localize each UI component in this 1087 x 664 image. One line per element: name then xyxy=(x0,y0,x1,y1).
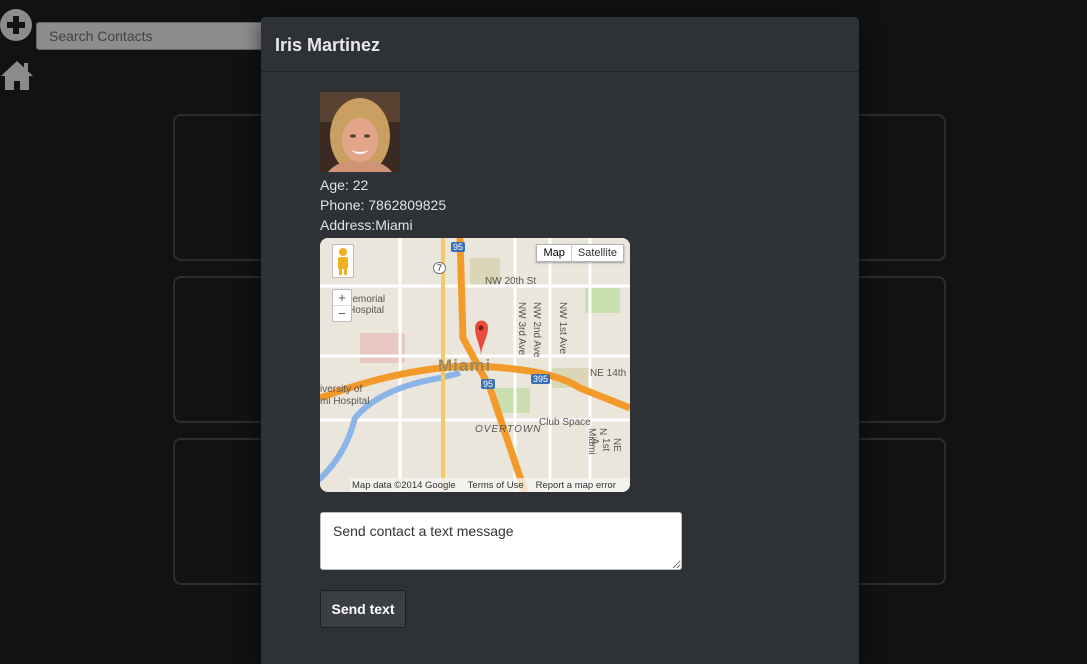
zoom-in-button[interactable]: + xyxy=(333,290,351,305)
text-message-input[interactable] xyxy=(320,512,682,570)
send-text-button[interactable]: Send text xyxy=(320,590,406,628)
map-zoom-control: + − xyxy=(332,289,352,322)
modal-body: Age: 22 Phone: 7862809825 Address:Miami xyxy=(261,72,859,628)
map-type-map-button[interactable]: Map xyxy=(537,245,572,261)
contact-avatar xyxy=(320,92,400,172)
pegman-icon[interactable] xyxy=(332,244,354,278)
map-label-ne1st: NE 1st A xyxy=(589,438,622,452)
map-shield-i95-south: 95 xyxy=(481,379,496,389)
map-label-ne14th: NE 14th xyxy=(590,368,627,379)
map-report-link[interactable]: Report a map error xyxy=(536,480,616,491)
map-label-city: Miami xyxy=(438,356,492,375)
map-terms-link[interactable]: Terms of Use xyxy=(468,480,524,491)
map-label-nw1st: NW 1st Ave xyxy=(557,302,568,355)
modal-header: Iris Martinez xyxy=(261,17,859,72)
address-map[interactable]: NW 20th St Miami OVERTOWN Club Space NE … xyxy=(320,238,630,492)
map-attribution: Map data ©2014 Google xyxy=(352,479,456,491)
map-footer: Map data ©2014 Google Terms of Use Repor… xyxy=(350,478,630,492)
map-label-nw3rd: NW 3rd Ave xyxy=(516,302,527,356)
map-label-overtown: OVERTOWN xyxy=(475,424,542,435)
contacts-app: Iris Martinez Age: 22 Phone: 7862809825 … xyxy=(0,0,1087,664)
map-label-nw2nd: NW 2nd Ave xyxy=(531,302,542,358)
map-label-mi-hospital: mi Hospital xyxy=(320,396,370,407)
contact-detail-modal: Iris Martinez Age: 22 Phone: 7862809825 … xyxy=(261,17,859,664)
map-type-toggle: Map Satellite xyxy=(536,244,624,262)
map-label-street: NW 20th St xyxy=(485,276,537,287)
map-type-satellite-button[interactable]: Satellite xyxy=(572,245,623,261)
contact-address: Address:Miami xyxy=(320,217,413,233)
map-label-university: iversity of xyxy=(320,384,363,395)
contact-phone: Phone: 7862809825 xyxy=(320,197,447,213)
zoom-out-button[interactable]: − xyxy=(333,305,351,321)
contact-age: Age: 22 xyxy=(320,177,369,193)
map-shield-i395: 395 xyxy=(531,374,551,384)
map-label-hospital: Hospital xyxy=(348,305,385,316)
modal-title: Iris Martinez xyxy=(275,35,381,55)
map-label-club-space: Club Space xyxy=(539,417,591,428)
map-shield-route7: 7 xyxy=(433,262,447,274)
map-shield-i95: 95 xyxy=(451,242,466,252)
